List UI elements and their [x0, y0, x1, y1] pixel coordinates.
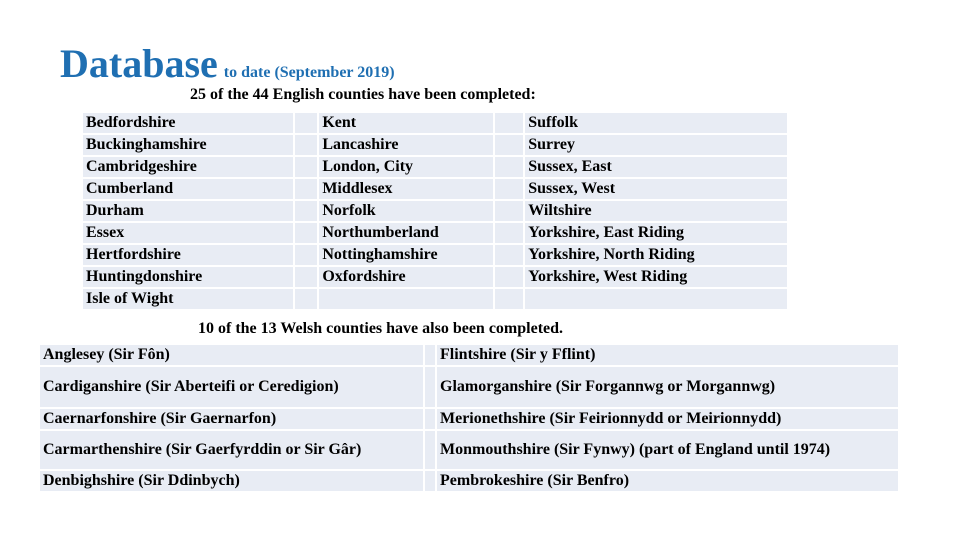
county-cell: Oxfordshire	[319, 267, 493, 287]
county-cell: Yorkshire, West Riding	[525, 267, 787, 287]
table-row: Carmarthenshire (Sir Gaerfyrddin or Sir …	[40, 431, 898, 469]
spacer-cell	[295, 157, 318, 177]
spacer-cell	[425, 409, 435, 429]
spacer-cell	[494, 179, 524, 199]
county-cell: Kent	[319, 113, 493, 133]
county-cell: Bedfordshire	[83, 113, 294, 133]
spacer-cell	[295, 267, 318, 287]
spacer-cell	[494, 113, 524, 133]
county-cell: Yorkshire, North Riding	[525, 245, 787, 265]
county-cell: Isle of Wight	[83, 289, 294, 309]
county-cell: Northumberland	[319, 223, 493, 243]
county-cell: Cardiganshire (Sir Aberteifi or Ceredigi…	[40, 367, 423, 407]
welsh-counties-table: Anglesey (Sir Fôn) Flintshire (Sir y Ffl…	[38, 343, 900, 493]
table-row: Huntingdonshire Oxfordshire Yorkshire, W…	[83, 267, 787, 287]
county-cell: Denbighshire (Sir Ddinbych)	[40, 471, 423, 491]
table-row: Denbighshire (Sir Ddinbych) Pembrokeshir…	[40, 471, 898, 491]
county-cell: Lancashire	[319, 135, 493, 155]
county-cell: Essex	[83, 223, 294, 243]
table-row: Essex Northumberland Yorkshire, East Rid…	[83, 223, 787, 243]
spacer-cell	[295, 113, 318, 133]
county-cell	[319, 289, 493, 309]
spacer-cell	[425, 471, 435, 491]
county-cell: Cumberland	[83, 179, 294, 199]
spacer-cell	[494, 245, 524, 265]
spacer-cell	[295, 201, 318, 221]
spacer-cell	[295, 135, 318, 155]
spacer-cell	[295, 289, 318, 309]
spacer-cell	[494, 135, 524, 155]
county-cell: Merionethshire (Sir Feirionnydd or Meiri…	[437, 409, 898, 429]
county-cell: Huntingdonshire	[83, 267, 294, 287]
county-cell: Suffolk	[525, 113, 787, 133]
county-cell: Norfolk	[319, 201, 493, 221]
title-subtitle: to date (September 2019)	[223, 64, 395, 81]
table-row: Caernarfonshire (Sir Gaernarfon) Merione…	[40, 409, 898, 429]
county-cell: Buckinghamshire	[83, 135, 294, 155]
county-cell: Monmouthshire (Sir Fynwy) (part of Engla…	[437, 431, 898, 469]
county-cell: Flintshire (Sir y Fflint)	[437, 345, 898, 365]
spacer-cell	[295, 223, 318, 243]
table-row: Isle of Wight	[83, 289, 787, 309]
county-cell: Sussex, East	[525, 157, 787, 177]
spacer-cell	[494, 201, 524, 221]
table-row: Cardiganshire (Sir Aberteifi or Ceredigi…	[40, 367, 898, 407]
welsh-counties-heading: 10 of the 13 Welsh counties have also be…	[198, 320, 564, 337]
page-title: Database to date (September 2019)	[60, 40, 395, 87]
table-row: Cumberland Middlesex Sussex, West	[83, 179, 787, 199]
county-cell: Anglesey (Sir Fôn)	[40, 345, 423, 365]
spacer-cell	[494, 223, 524, 243]
spacer-cell	[494, 267, 524, 287]
county-cell: London, City	[319, 157, 493, 177]
county-cell: Wiltshire	[525, 201, 787, 221]
county-cell: Hertfordshire	[83, 245, 294, 265]
table-row: Anglesey (Sir Fôn) Flintshire (Sir y Ffl…	[40, 345, 898, 365]
county-cell	[525, 289, 787, 309]
spacer-cell	[425, 431, 435, 469]
table-row: Bedfordshire Kent Suffolk	[83, 113, 787, 133]
county-cell: Caernarfonshire (Sir Gaernarfon)	[40, 409, 423, 429]
spacer-cell	[494, 157, 524, 177]
county-cell: Durham	[83, 201, 294, 221]
table-row: Cambridgeshire London, City Sussex, East	[83, 157, 787, 177]
county-cell: Surrey	[525, 135, 787, 155]
county-cell: Nottinghamshire	[319, 245, 493, 265]
spacer-cell	[295, 245, 318, 265]
table-row: Durham Norfolk Wiltshire	[83, 201, 787, 221]
county-cell: Yorkshire, East Riding	[525, 223, 787, 243]
county-cell: Cambridgeshire	[83, 157, 294, 177]
county-cell: Middlesex	[319, 179, 493, 199]
table-row: Buckinghamshire Lancashire Surrey	[83, 135, 787, 155]
county-cell: Pembrokeshire (Sir Benfro)	[437, 471, 898, 491]
county-cell: Sussex, West	[525, 179, 787, 199]
english-counties-table: Bedfordshire Kent Suffolk Buckinghamshir…	[81, 111, 789, 311]
spacer-cell	[295, 179, 318, 199]
spacer-cell	[494, 289, 524, 309]
county-cell: Carmarthenshire (Sir Gaerfyrddin or Sir …	[40, 431, 423, 469]
table-row: Hertfordshire Nottinghamshire Yorkshire,…	[83, 245, 787, 265]
spacer-cell	[425, 345, 435, 365]
title-main: Database	[60, 41, 218, 86]
spacer-cell	[425, 367, 435, 407]
county-cell: Glamorganshire (Sir Forgannwg or Morgann…	[437, 367, 898, 407]
english-counties-heading: 25 of the 44 English counties have been …	[190, 86, 536, 103]
